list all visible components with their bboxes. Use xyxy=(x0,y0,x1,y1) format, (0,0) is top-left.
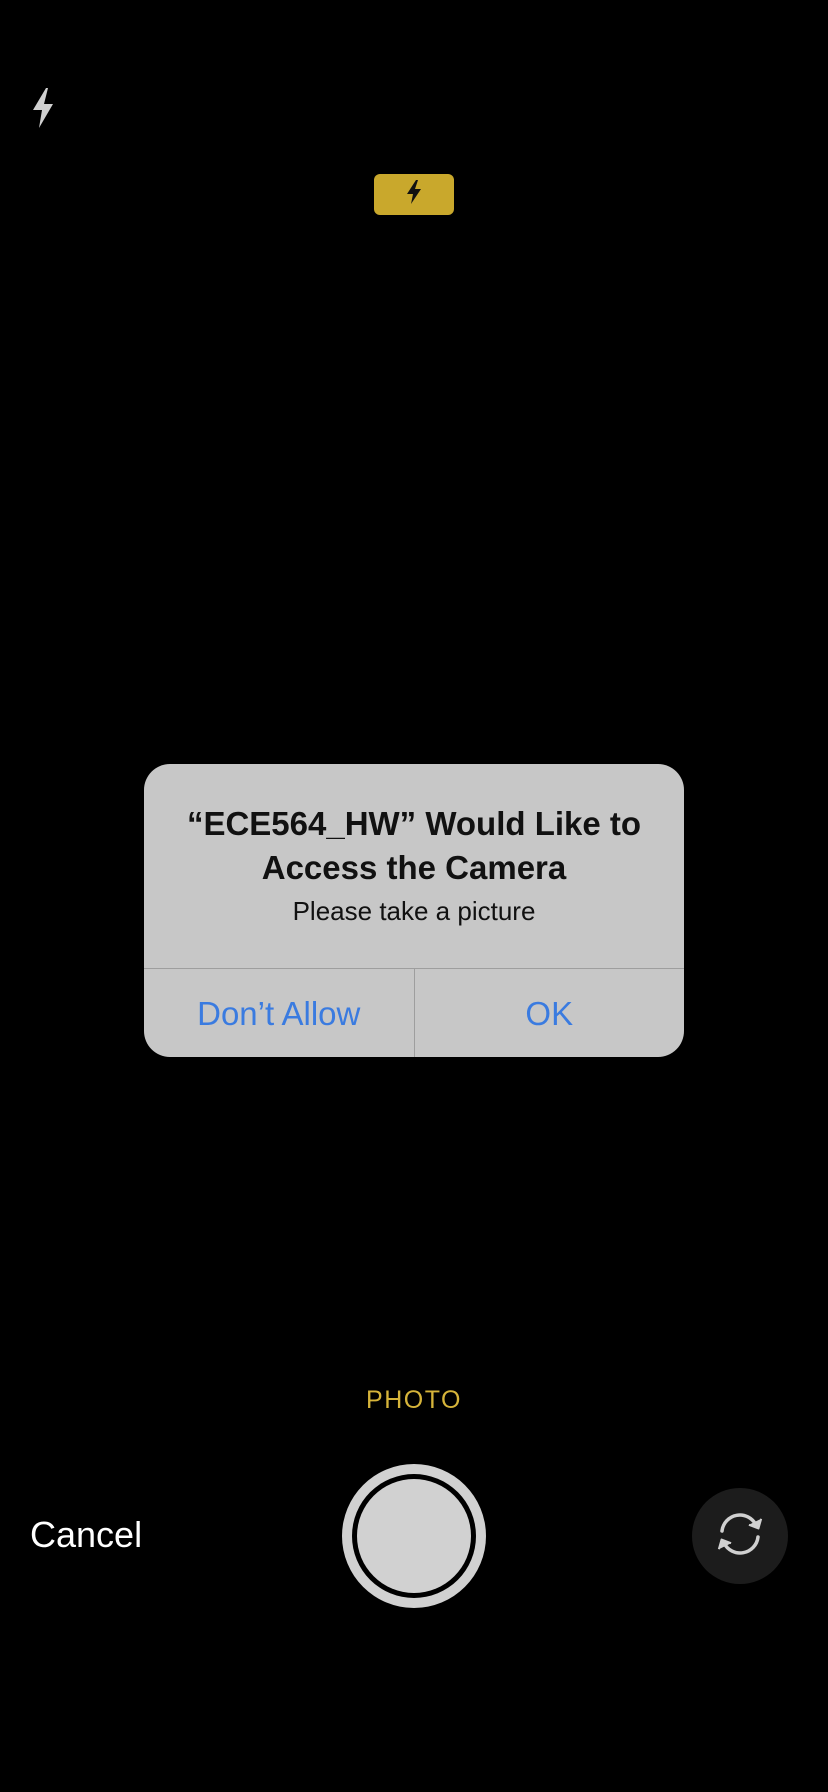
alert-title-line-1: “ECE564_HW” Would Like to xyxy=(186,805,642,842)
shutter-core xyxy=(357,1479,471,1593)
alert-body: “ECE564_HW” Would Like to Access the Cam… xyxy=(144,764,684,968)
ok-button[interactable]: OK xyxy=(415,969,685,1057)
lightning-bolt-icon xyxy=(30,87,56,134)
flash-toggle-button[interactable] xyxy=(26,87,60,134)
shutter-button[interactable] xyxy=(342,1464,486,1608)
alert-message: Please take a picture xyxy=(292,896,536,926)
lightning-bolt-icon xyxy=(405,179,423,210)
alert-title: “ECE564_HW” Would Like to Access the Cam… xyxy=(164,802,664,890)
shutter-ring xyxy=(352,1474,476,1598)
alert-title-line-2: Access the Camera xyxy=(261,849,567,886)
camera-screen: “ECE564_HW” Would Like to Access the Cam… xyxy=(0,0,828,1792)
cancel-button[interactable]: Cancel xyxy=(30,1514,142,1556)
flash-on-badge xyxy=(374,174,454,215)
dont-allow-button[interactable]: Don’t Allow xyxy=(144,969,415,1057)
camera-permission-alert: “ECE564_HW” Would Like to Access the Cam… xyxy=(144,764,684,1057)
photo-mode-label[interactable]: PHOTO xyxy=(0,1386,828,1415)
alert-actions: Don’t Allow OK xyxy=(144,968,684,1057)
camera-flip-icon xyxy=(712,1509,768,1564)
flip-camera-button[interactable] xyxy=(692,1488,788,1584)
